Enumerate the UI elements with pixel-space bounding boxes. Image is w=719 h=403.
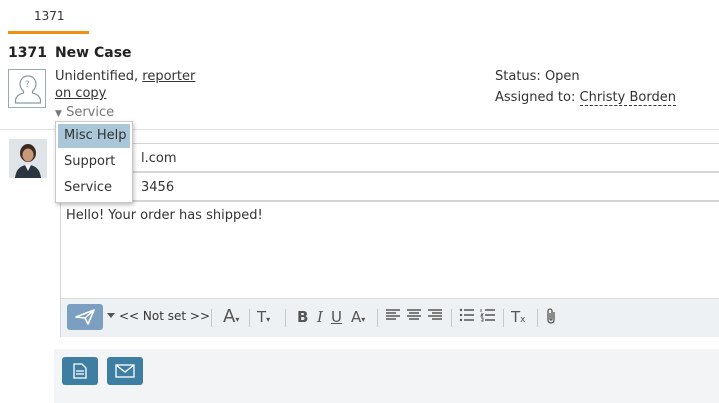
reporter-prefix: Unidentified, <box>55 69 143 84</box>
toolbar-separator <box>451 309 452 327</box>
dropdown-item-misc-help[interactable]: Misc Help <box>58 124 130 148</box>
note-button[interactable] <box>62 357 98 385</box>
case-title: 1371 New Case <box>8 45 132 61</box>
message-editor[interactable]: Hello! Your order has shipped! << Not se… <box>60 201 719 337</box>
toolbar-separator <box>537 309 538 327</box>
case-name: New Case <box>54 45 132 61</box>
envelope-icon <box>115 364 135 378</box>
active-tab-indicator <box>8 31 89 34</box>
reporter-avatar[interactable]: ? <box>8 69 46 108</box>
unknown-person-icon: ? <box>14 75 42 104</box>
phone-field[interactable]: 3456 <box>60 172 719 201</box>
reporter-info: Unidentified, reporter <box>55 69 195 84</box>
phone-value: 3456 <box>141 180 175 195</box>
toolbar-separator <box>285 309 286 327</box>
email-value: l.com <box>141 151 177 166</box>
status-field: Status: Open <box>495 69 580 84</box>
dropdown-item-support[interactable]: Support <box>58 150 130 174</box>
toolbar-separator <box>211 309 212 327</box>
email-button[interactable] <box>107 357 143 385</box>
caret-down-icon: ▼ <box>55 109 62 119</box>
assigned-agent-link[interactable]: Christy Borden <box>579 90 676 106</box>
message-body[interactable]: Hello! Your order has shipped! <box>66 208 263 223</box>
service-label: Service <box>66 105 115 120</box>
email-field[interactable]: l.com <box>60 143 719 172</box>
template-selector[interactable]: << Not set >> <box>119 309 210 323</box>
dropdown-item-service[interactable]: Service <box>58 176 130 200</box>
numbered-list-icon[interactable] <box>479 307 496 327</box>
action-bar <box>54 349 719 403</box>
reporter-link[interactable]: reporter <box>142 69 195 84</box>
toolbar-separator <box>377 309 378 327</box>
toolbar-separator <box>249 309 250 327</box>
status-value: Open <box>544 69 580 84</box>
text-height-icon[interactable]: T▾ <box>257 307 270 330</box>
case-number: 1371 <box>8 45 47 61</box>
align-center-icon[interactable] <box>406 307 422 327</box>
agent-photo-icon <box>9 139 47 178</box>
tab-case[interactable]: 1371 <box>34 9 65 23</box>
service-selector[interactable]: ▼ Service <box>55 105 114 120</box>
toolbar-separator <box>503 309 504 327</box>
on-copy-line: on copy <box>55 86 106 101</box>
font-color-icon[interactable]: A▾ <box>351 307 365 330</box>
agent-avatar <box>9 139 47 178</box>
font-size-icon[interactable]: A▾ <box>223 307 239 330</box>
bullet-list-icon[interactable] <box>459 307 475 327</box>
editor-toolbar: << Not set >> A▾ T▾ B I U A▾ Tx <box>61 298 719 337</box>
svg-text:?: ? <box>25 80 30 90</box>
assigned-field: Assigned to: Christy Borden <box>495 90 676 106</box>
send-options-caret-icon[interactable] <box>107 313 115 318</box>
assigned-label: Assigned to: <box>495 90 580 105</box>
paper-plane-icon <box>75 309 95 325</box>
status-label: Status: <box>495 69 545 84</box>
align-left-icon[interactable] <box>385 307 401 327</box>
service-dropdown: Misc Help Support Service <box>55 121 133 203</box>
clear-formatting-icon[interactable]: Tx <box>511 307 526 330</box>
align-right-icon[interactable] <box>427 307 443 327</box>
bold-icon[interactable]: B <box>297 307 308 327</box>
send-button[interactable] <box>67 304 103 330</box>
paperclip-icon[interactable] <box>545 307 559 330</box>
italic-icon[interactable]: I <box>317 307 323 327</box>
on-copy-link[interactable]: on copy <box>55 86 106 101</box>
document-icon <box>73 363 87 379</box>
underline-icon[interactable]: U <box>331 307 342 327</box>
